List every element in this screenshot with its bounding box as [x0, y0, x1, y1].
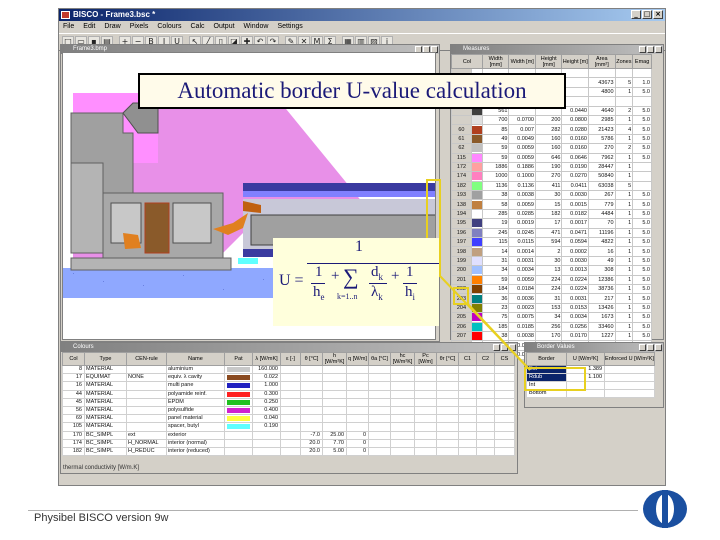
connector-line-2	[467, 303, 531, 371]
formula-plus-2: +	[391, 268, 400, 284]
formula-hi-sub: i	[412, 292, 416, 302]
formula-dk-sub: k	[378, 272, 384, 282]
headline-banner: Automatic border U-value calculation	[138, 73, 566, 109]
formula-one-int: 1	[406, 264, 414, 280]
footer-divider	[28, 510, 638, 511]
formula-lhs: U =	[279, 272, 304, 289]
slide: BISCO - Frame3.bsc * _ □ × File Edit Draw P…	[0, 0, 720, 540]
formula-numerator: 1	[355, 238, 363, 255]
formula-sum: ∑	[343, 264, 359, 289]
footer-caption: Physibel BISCO version 9w	[34, 512, 169, 524]
highlight-u-values	[524, 367, 586, 391]
formula-plus-1: +	[331, 268, 340, 284]
formula-he-sub: e	[320, 292, 325, 302]
physibel-logo-icon	[643, 490, 687, 528]
u-value-formula: U = 1 1 he + ∑ k=1..n dk λk + 1 hi	[273, 238, 439, 326]
formula-dk: d	[371, 264, 379, 280]
formula-hi: h	[405, 284, 413, 300]
formula-one-ext: 1	[315, 264, 323, 280]
formula-sum-range: k=1..n	[337, 292, 358, 301]
formula-lambda-sub: k	[378, 292, 383, 302]
formula-he: h	[313, 284, 321, 300]
highlight-measure-cell	[453, 287, 469, 305]
